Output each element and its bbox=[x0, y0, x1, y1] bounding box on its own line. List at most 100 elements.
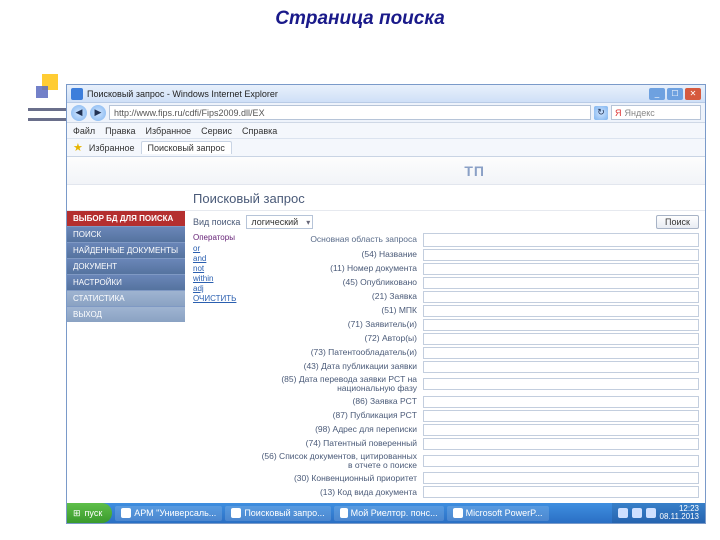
operators-header: Операторы bbox=[193, 233, 249, 244]
field-input[interactable] bbox=[423, 263, 699, 275]
tray-icon[interactable] bbox=[618, 508, 628, 518]
field-row: (21) Заявка bbox=[255, 291, 699, 303]
menu-favorites[interactable]: Избранное bbox=[146, 126, 192, 136]
field-row: (72) Автор(ы) bbox=[255, 333, 699, 345]
maximize-button[interactable]: ☐ bbox=[667, 88, 683, 100]
sidebar-item[interactable]: ДОКУМЕНТ bbox=[67, 258, 185, 274]
field-label: (13) Код вида документа bbox=[255, 488, 423, 497]
field-label: (45) Опубликовано bbox=[255, 278, 423, 287]
field-row: (85) Дата перевода заявки PCT на национа… bbox=[255, 375, 699, 394]
menu-bar: Файл Правка Избранное Сервис Справка bbox=[67, 123, 705, 139]
url-input[interactable]: http://www.fips.ru/cdfi/Fips2009.dll/EX bbox=[109, 105, 591, 120]
operator-link[interactable]: or bbox=[193, 244, 249, 254]
taskbar-item[interactable]: Microsoft PowerP... bbox=[447, 506, 549, 521]
refresh-button[interactable]: ↻ bbox=[594, 106, 608, 120]
clock[interactable]: 12:23 08.11.2013 bbox=[660, 505, 699, 521]
brand-text: ТП bbox=[464, 163, 485, 179]
field-input[interactable] bbox=[423, 472, 699, 484]
field-row: (71) Заявитель(и) bbox=[255, 319, 699, 331]
tray-icon[interactable] bbox=[632, 508, 642, 518]
field-label: (11) Номер документа bbox=[255, 264, 423, 273]
taskbar: ⊞ пуск АРМ "Универсаль...Поисковый запро… bbox=[67, 503, 705, 523]
field-input[interactable] bbox=[423, 347, 699, 359]
field-input[interactable] bbox=[423, 319, 699, 331]
field-label: (56) Список документов, цитированных в о… bbox=[255, 452, 423, 471]
operator-link[interactable]: adj bbox=[193, 284, 249, 294]
app-icon bbox=[340, 508, 348, 518]
favorites-star-icon[interactable]: ★ bbox=[73, 141, 83, 154]
forward-button[interactable]: ▶ bbox=[90, 105, 106, 121]
page-content: ТП Поисковый запрос ВЫБОР БД ДЛЯ ПОИСКА … bbox=[67, 157, 705, 505]
sidebar-item[interactable]: НАЙДЕННЫЕ ДОКУМЕНТЫ bbox=[67, 242, 185, 258]
menu-edit[interactable]: Правка bbox=[105, 126, 135, 136]
field-label: Основная область запроса bbox=[255, 235, 423, 244]
app-icon bbox=[121, 508, 131, 518]
field-label: (86) Заявка PCT bbox=[255, 397, 423, 406]
browser-search-input[interactable]: ЯЯндекс bbox=[611, 105, 701, 120]
minimize-button[interactable]: _ bbox=[649, 88, 665, 100]
app-icon bbox=[231, 508, 241, 518]
favorites-label[interactable]: Избранное bbox=[89, 143, 135, 153]
search-button-top[interactable]: Поиск bbox=[656, 215, 699, 229]
taskbar-item[interactable]: Поисковый запро... bbox=[225, 506, 330, 521]
operator-link[interactable]: and bbox=[193, 254, 249, 264]
field-label: (72) Автор(ы) bbox=[255, 334, 423, 343]
operator-link[interactable]: not bbox=[193, 264, 249, 274]
field-input[interactable] bbox=[423, 424, 699, 436]
field-input[interactable] bbox=[423, 305, 699, 317]
menu-file[interactable]: Файл bbox=[73, 126, 95, 136]
operator-link[interactable]: within bbox=[193, 274, 249, 284]
menu-help[interactable]: Справка bbox=[242, 126, 277, 136]
field-input[interactable] bbox=[423, 249, 699, 261]
close-button[interactable]: ✕ bbox=[685, 88, 701, 100]
windows-icon: ⊞ bbox=[73, 508, 81, 519]
field-label: (98) Адрес для переписки bbox=[255, 425, 423, 434]
field-row: (98) Адрес для переписки bbox=[255, 424, 699, 436]
field-label: (74) Патентный поверенный bbox=[255, 439, 423, 448]
slide-title: Страница поиска bbox=[0, 0, 720, 44]
search-type-select[interactable]: логический bbox=[246, 215, 313, 229]
field-label: (30) Конвенционный приоритет bbox=[255, 474, 423, 483]
field-input[interactable] bbox=[423, 438, 699, 450]
sidebar-item[interactable]: ВЫХОД bbox=[67, 306, 185, 322]
sidebar-item[interactable]: ПОИСК bbox=[67, 226, 185, 242]
field-label: (21) Заявка bbox=[255, 292, 423, 301]
field-row: (54) Название bbox=[255, 249, 699, 261]
field-row: (13) Код вида документа bbox=[255, 486, 699, 498]
field-input[interactable] bbox=[423, 333, 699, 345]
field-row: (56) Список документов, цитированных в о… bbox=[255, 452, 699, 471]
field-input[interactable] bbox=[423, 486, 699, 498]
taskbar-item[interactable]: Мой Риелтор. понс... bbox=[334, 506, 444, 521]
field-input[interactable] bbox=[423, 277, 699, 289]
field-input[interactable] bbox=[423, 455, 699, 467]
menu-service[interactable]: Сервис bbox=[201, 126, 232, 136]
field-row: (43) Дата публикации заявки bbox=[255, 361, 699, 373]
tray-icon[interactable] bbox=[646, 508, 656, 518]
main-panel: Вид поиска логический Поиск Операторы or… bbox=[185, 211, 705, 505]
field-input[interactable] bbox=[423, 410, 699, 422]
field-row: (87) Публикация PCT bbox=[255, 410, 699, 422]
browser-window: Поисковый запрос - Windows Internet Expl… bbox=[66, 84, 706, 524]
operator-link[interactable]: ОЧИСТИТЬ bbox=[193, 294, 249, 304]
field-input[interactable] bbox=[423, 291, 699, 303]
browser-tab[interactable]: Поисковый запрос bbox=[141, 141, 232, 154]
field-input[interactable] bbox=[423, 233, 699, 247]
field-label: (87) Публикация PCT bbox=[255, 411, 423, 420]
sidebar-header[interactable]: ВЫБОР БД ДЛЯ ПОИСКА bbox=[67, 211, 185, 226]
sidebar-item[interactable]: НАСТРОЙКИ bbox=[67, 274, 185, 290]
back-button[interactable]: ◀ bbox=[71, 105, 87, 121]
field-row: (73) Патентообладатель(и) bbox=[255, 347, 699, 359]
field-row: (30) Конвенционный приоритет bbox=[255, 472, 699, 484]
window-title: Поисковый запрос - Windows Internet Expl… bbox=[87, 89, 278, 99]
taskbar-item[interactable]: АРМ "Универсаль... bbox=[115, 506, 222, 521]
fields-panel: Основная область запроса (54) Название (11… bbox=[255, 233, 699, 500]
field-input[interactable] bbox=[423, 361, 699, 373]
sidebar-item[interactable]: СТАТИСТИКА bbox=[67, 290, 185, 306]
field-row: (11) Номер документа bbox=[255, 263, 699, 275]
start-button[interactable]: ⊞ пуск bbox=[67, 503, 112, 523]
field-input[interactable] bbox=[423, 396, 699, 408]
field-input[interactable] bbox=[423, 378, 699, 390]
field-label: (54) Название bbox=[255, 250, 423, 259]
system-tray: 12:23 08.11.2013 bbox=[612, 503, 705, 523]
slide-decoration bbox=[36, 74, 64, 132]
